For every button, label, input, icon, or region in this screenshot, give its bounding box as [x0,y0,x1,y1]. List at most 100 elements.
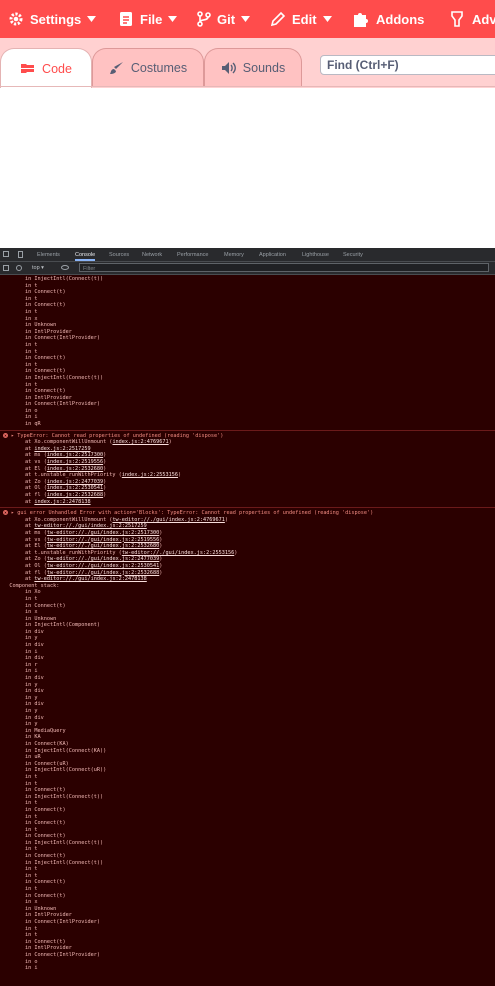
component-stack-line: in Connect(KA) [0,740,69,747]
console-toolbar: top ▾ Filter [0,262,495,275]
sidebar-toggle-icon[interactable] [3,265,9,271]
device-toolbar-icon[interactable] [18,251,23,258]
component-stack-line: in o [0,958,38,965]
stack-frame-link[interactable]: tw-editor://./gui/index.js:2:2517259 [34,523,146,529]
eye-icon[interactable] [61,265,69,270]
stack-frame-link[interactable]: tw-editor://./gui/index.js:2:2519556 [47,537,159,543]
component-stack-line: in MediaQuery [0,727,66,734]
component-stack-line: in t [0,872,38,879]
component-stack-line: in t [0,773,38,780]
stack-frame-link[interactable]: tw-editor://./gui/index.js:2:4769671 [112,517,224,523]
message-separator [0,507,495,509]
devtools-tab-memory[interactable]: Memory [224,248,244,261]
component-stack-line: in y [0,635,38,642]
component-stack-line: in InjectIntl(Component) [0,622,100,629]
menu-file[interactable]: File [118,0,178,38]
tab-code[interactable]: Code [0,48,92,88]
stack-frame-link[interactable]: index.js:2:4769671 [112,439,168,445]
stack-frame-link[interactable]: index.js:2:2478138 [34,499,90,505]
stack-frame-link[interactable]: index.js:2:2532688 [47,492,103,498]
menu-addons[interactable]: Addons [352,0,424,38]
stack-frame: at Zo (tw-editor://./gui/index.js:2:2477… [0,556,163,563]
devtools-tab-sources[interactable]: Sources [109,248,129,261]
stack-frame-link[interactable]: tw-editor://./gui/index.js:2:2477039 [47,556,159,562]
component-stack-line: in Connect(IntlProvider) [0,951,100,958]
component-stack-line: in Connect(t) [0,820,66,827]
component-stack-line: in Connect(IntlProvider) [0,919,100,925]
component-stack-line: in InjectIntl(Connect(t)) [0,276,104,282]
component-stack-line: in Connect(t) [0,806,66,813]
devtools-tab-security[interactable]: Security [343,248,363,261]
component-stack-line: in t [0,813,38,820]
stack-frame: at tw-editor://./gui/index.js:2:2478138 [0,576,147,583]
devtools-tab-elements[interactable]: Elements [37,248,60,261]
component-stack-line: in t [0,348,38,355]
menu-edit[interactable]: Edit [270,0,332,38]
component-stack-line: in t [0,800,38,807]
component-stack-line: in t [0,932,38,939]
stack-frame: at fl (index.js:2:2532688) [0,492,107,498]
stack-frame-link[interactable]: index.js:2:2517300 [47,452,103,458]
context-selector[interactable]: top ▾ [32,263,44,273]
component-stack-line: in t [0,361,38,368]
menu-git[interactable]: Git [197,0,251,38]
component-stack-line: in Connect(t) [0,938,66,945]
stack-frame-link[interactable]: tw-editor://./gui/index.js:2:2517300 [47,530,159,536]
stack-frame: at El (index.js:2:2532680) [0,465,107,472]
inspect-element-icon[interactable] [3,251,9,257]
component-stack-line: in InjectIntl(Connect(t)) [0,374,104,381]
stack-frame-link[interactable]: index.js:2:2517259 [34,446,90,452]
component-stack-line: in InjectIntl(Connect(t)) [0,839,104,846]
component-stack-line: in Unknown [0,905,57,912]
devtools-tab-performance[interactable]: Performance [177,248,209,261]
clear-console-icon[interactable] [16,265,22,271]
menu-settings[interactable]: Settings [8,0,97,38]
stack-frame-link[interactable]: index.js:2:2532680 [47,466,103,472]
stack-frame-link[interactable]: index.js:2:2553156 [122,472,178,478]
devtools-tab-console[interactable]: Console [75,248,96,261]
error-message-header[interactable]: × ▸ gui error Unhandled Error with action… [0,510,495,517]
component-stack-line: in IntlProvider [0,328,72,335]
stack-frame: at ms (tw-editor://./gui/index.js:2:2517… [0,529,163,536]
stack-frame: at tw-editor://./gui/index.js:2:2517259 [0,523,147,530]
menu-advanced[interactable]: Adva [448,0,495,38]
component-stack-line: in InjectIntl(Connect(KA)) [0,747,107,754]
menu-git-label: Git [217,11,236,27]
error-message-header[interactable]: × ▸ TypeError: Cannot read properties of … [0,432,495,440]
stack-frame-link[interactable]: tw-editor://./gui/index.js:2:2478138 [34,576,146,582]
devtools-tab-network[interactable]: Network [142,248,162,261]
find-input[interactable]: Find (Ctrl+F) [320,55,495,75]
devtools-tab-application[interactable]: Application [259,248,286,261]
tab-code-label: Code [42,61,72,76]
component-stack-line: in Unknown [0,322,57,329]
stack-frame-link[interactable]: index.js:2:2477039 [47,479,103,485]
stack-frame: at vs (index.js:2:2519556) [0,459,107,466]
component-stack-line: in Connect(t) [0,833,66,840]
stack-frame: at fl (tw-editor://./gui/index.js:2:2532… [0,569,163,576]
stack-frame-link[interactable]: tw-editor://./gui/index.js:2:2532688 [47,570,159,576]
component-stack-line: in Unknown [0,615,57,622]
stack-frame-link[interactable]: index.js:2:2519556 [47,459,103,465]
tab-sounds[interactable]: Sounds [204,48,302,86]
devtools-tab-lighthouse[interactable]: Lighthouse [302,248,329,261]
component-stack-line: in Connect(t) [0,388,66,395]
component-stack-label: Component stack: [0,582,60,589]
component-stack-line: in y [0,708,38,714]
devtools-panel: Elements Console Sources Network Perform… [0,248,495,986]
stack-frame-link[interactable]: tw-editor://./gui/index.js:2:2530541 [47,563,159,569]
component-stack-line: in InjectIntl(Connect(t)) [0,859,104,866]
stack-frame-link[interactable]: tw-editor://./gui/index.js:2:2553156 [122,550,234,556]
component-stack-line: in Connect(t) [0,879,66,886]
console-filter-input[interactable]: Filter [79,263,489,272]
menu-advanced-label: Adva [472,11,495,27]
component-stack-line: in div [0,701,44,708]
error-icon: × [3,432,8,438]
tab-costumes[interactable]: Costumes [92,48,204,86]
stack-frame-link[interactable]: tw-editor://./gui/index.js:2:2532680 [47,543,159,549]
component-stack-line: in t [0,295,38,302]
component-stack-line: in Connect(t) [0,302,66,309]
component-stack-line: in t [0,866,38,873]
component-stack-line: in t [0,282,38,289]
speaker-icon [221,61,236,74]
stack-frame-link[interactable]: index.js:2:2530541 [47,485,103,491]
